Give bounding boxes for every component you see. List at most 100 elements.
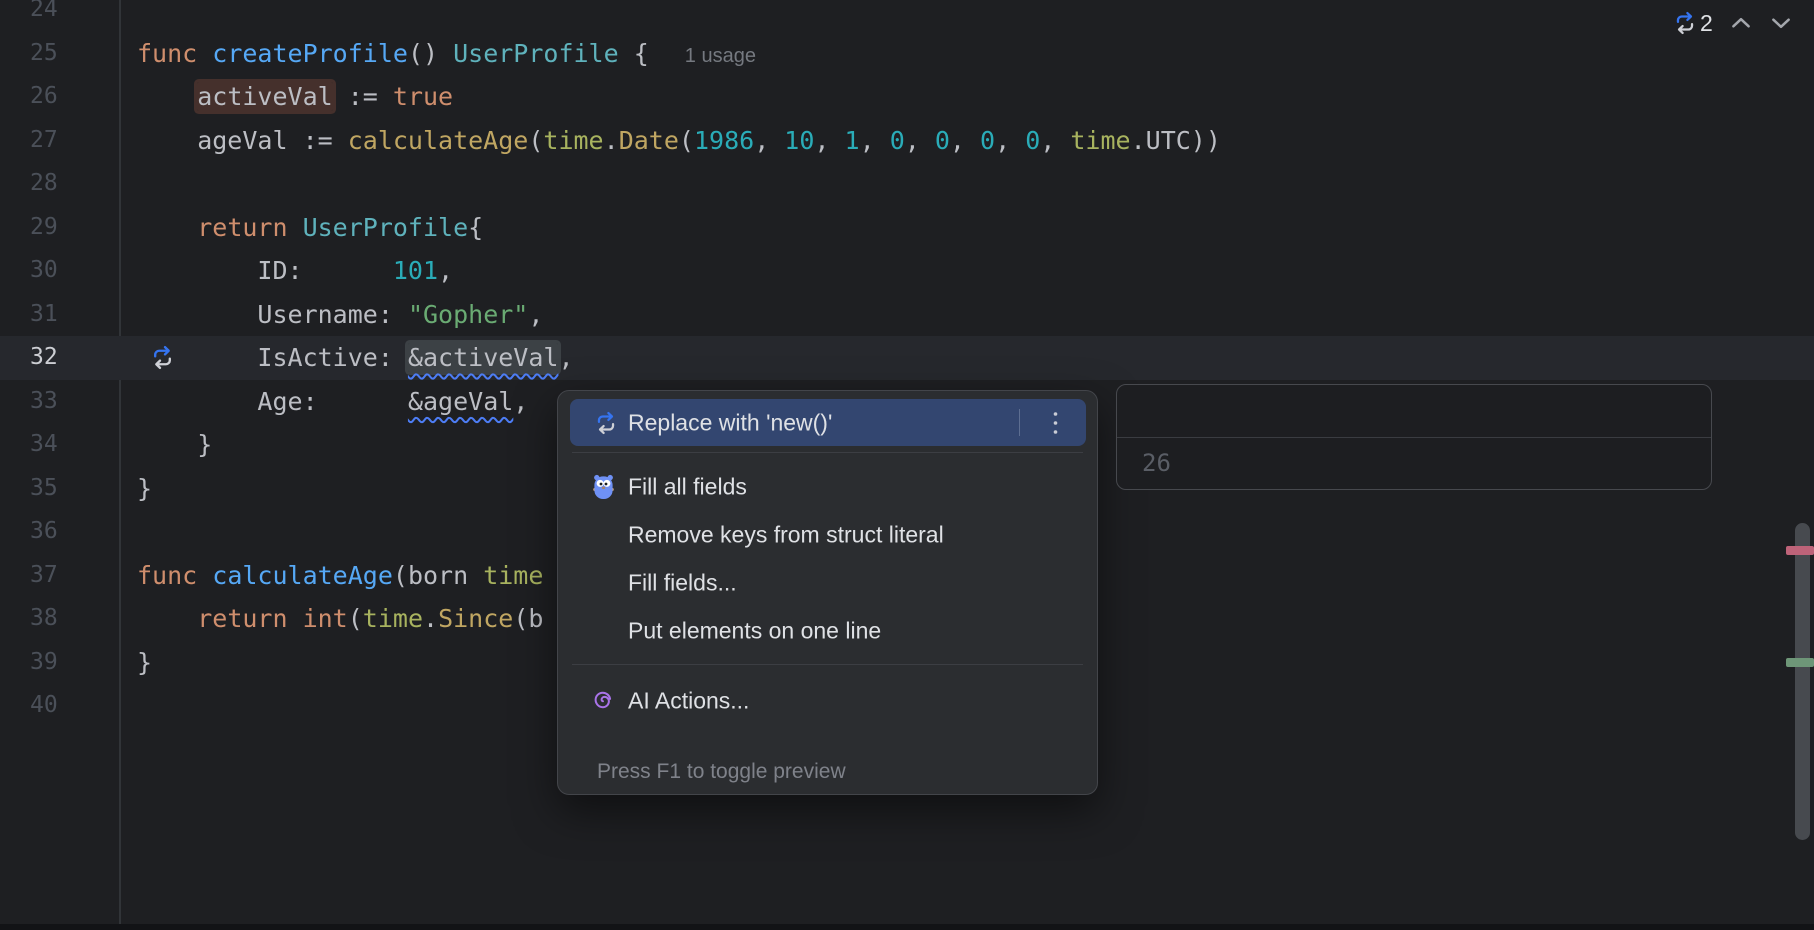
usage-inlay-hint[interactable]: 1 usage [685, 45, 756, 67]
code-line-28[interactable]: 28 [0, 162, 1814, 206]
more-options-icon[interactable] [1053, 410, 1058, 436]
code-token: 0 [935, 126, 950, 155]
code-token: } [137, 474, 152, 503]
code-line-29[interactable]: 29 return UserProfile{ [0, 206, 1814, 250]
code-token: , [1040, 126, 1070, 155]
code-token: 101 [393, 256, 438, 285]
code-token: UserProfile [453, 39, 619, 68]
line-number[interactable]: 25 [30, 32, 70, 76]
code-token: 1 [845, 126, 860, 155]
line-number[interactable]: 30 [30, 249, 70, 293]
menu-item-label: Put elements on one line [628, 618, 881, 645]
scrollbar-thumb[interactable] [1795, 523, 1810, 840]
code-text: return int(time.Since(b [137, 597, 543, 641]
code-token: { [619, 39, 649, 68]
code-token: . [423, 604, 438, 633]
code-token: { [468, 213, 483, 242]
line-number[interactable]: 32 [30, 336, 70, 380]
menu-item-label: Remove keys from struct literal [628, 522, 944, 549]
code-line-31[interactable]: 31 Username: "Gopher", [0, 293, 1814, 337]
menu-item-replace-with-new[interactable]: Replace with 'new()' [570, 399, 1086, 446]
code-text: return UserProfile{ [137, 206, 483, 250]
line-number[interactable]: 28 [30, 162, 70, 206]
line-number[interactable]: 38 [30, 597, 70, 641]
menu-item-remove-keys[interactable]: Remove keys from struct literal [558, 511, 1097, 559]
code-token: , [950, 126, 980, 155]
line-number[interactable]: 39 [30, 641, 70, 685]
error-stripe-mark-green[interactable] [1786, 658, 1814, 667]
code-text: } [137, 467, 152, 511]
menu-item-label: Fill all fields [628, 474, 747, 501]
code-token: return [197, 604, 302, 633]
ai-actions-icon [591, 688, 616, 714]
code-token: ( [348, 604, 363, 633]
line-number[interactable]: 33 [30, 380, 70, 424]
preview-row: 26 activeVal := true [1117, 385, 1711, 437]
code-token: Username: [137, 300, 408, 329]
code-token: , [995, 126, 1025, 155]
code-token: , [905, 126, 935, 155]
error-stripe-mark-pink[interactable] [1786, 546, 1814, 555]
code-token: 10 [784, 126, 814, 155]
menu-item-ai-actions[interactable]: AI Actions... [558, 677, 1097, 725]
line-number[interactable]: 36 [30, 510, 70, 554]
line-number[interactable]: 35 [30, 467, 70, 511]
code-line-26[interactable]: 26 activeVal := true [0, 75, 1814, 119]
code-token: () [408, 39, 453, 68]
code-token: time [363, 604, 423, 633]
intention-popup: Replace with 'new()' Fill all fie [557, 390, 1098, 795]
code-token [137, 82, 197, 111]
code-line-24[interactable]: 24 [0, 0, 1814, 32]
code-token: &ageVal [408, 387, 513, 416]
code-token: activeVal [197, 82, 332, 111]
chevron-down-icon[interactable] [1769, 13, 1793, 33]
occurrence-count: 2 [1700, 10, 1713, 37]
line-number[interactable]: 29 [30, 206, 70, 250]
menu-item-label: AI Actions... [628, 688, 749, 715]
intention-replace-icon[interactable] [149, 344, 176, 371]
code-token: := [333, 82, 393, 111]
code-token: , [438, 256, 453, 285]
occurrence-bar: 2 [1672, 8, 1793, 38]
code-text: Age: &ageVal, [137, 380, 528, 424]
line-number[interactable]: 34 [30, 423, 70, 467]
code-token: 0 [1025, 126, 1040, 155]
code-line-27[interactable]: 27 ageVal := calculateAge(time.Date(1986… [0, 119, 1814, 163]
code-token: time [483, 561, 543, 590]
code-token: "Gopher" [408, 300, 528, 329]
replace-loop-icon [593, 410, 619, 436]
line-number[interactable]: 31 [30, 293, 70, 337]
gopher-icon [591, 474, 616, 500]
line-number[interactable]: 27 [30, 119, 70, 163]
code-token: createProfile [212, 39, 408, 68]
line-number[interactable]: 24 [30, 0, 70, 32]
code-text: IsActive: &activeVal, [137, 336, 574, 380]
code-token: &activeVal [408, 343, 559, 372]
line-number[interactable]: 26 [30, 75, 70, 119]
code-token: , [558, 343, 573, 372]
code-text: ageVal := calculateAge(time.Date(1986, 1… [137, 119, 1221, 163]
code-token: , [513, 387, 528, 416]
replace-loop-icon [1672, 10, 1698, 36]
code-token: IsActive: [137, 343, 408, 372]
chevron-up-icon[interactable] [1729, 13, 1753, 33]
code-token: func [137, 39, 212, 68]
popup-footer-hint: Press F1 to toggle preview [597, 753, 846, 791]
intention-preview-panel: 26 activeVal := true 32 IsActive: new(tr… [1116, 384, 1712, 490]
code-token: Date [619, 126, 679, 155]
code-text: } [137, 641, 152, 685]
code-token: . [604, 126, 619, 155]
code-line-30[interactable]: 30 ID: 101, [0, 249, 1814, 293]
line-number[interactable]: 37 [30, 554, 70, 598]
menu-item-fill-fields[interactable]: Fill fields... [558, 559, 1097, 607]
code-token: return [197, 213, 302, 242]
menu-item-fill-all-fields[interactable]: Fill all fields [558, 463, 1097, 511]
line-number[interactable]: 40 [30, 684, 70, 728]
code-text: } [137, 423, 212, 467]
code-token: UserProfile [303, 213, 469, 242]
code-line-25[interactable]: 25 func createProfile() UserProfile {1 us… [0, 32, 1814, 76]
code-text: func createProfile() UserProfile {1 usag… [137, 32, 756, 79]
code-line-32[interactable]: 32 IsActive: &activeVal, [0, 336, 1814, 380]
menu-item-put-elements-one-line[interactable]: Put elements on one line [558, 607, 1097, 655]
code-token: 0 [980, 126, 995, 155]
